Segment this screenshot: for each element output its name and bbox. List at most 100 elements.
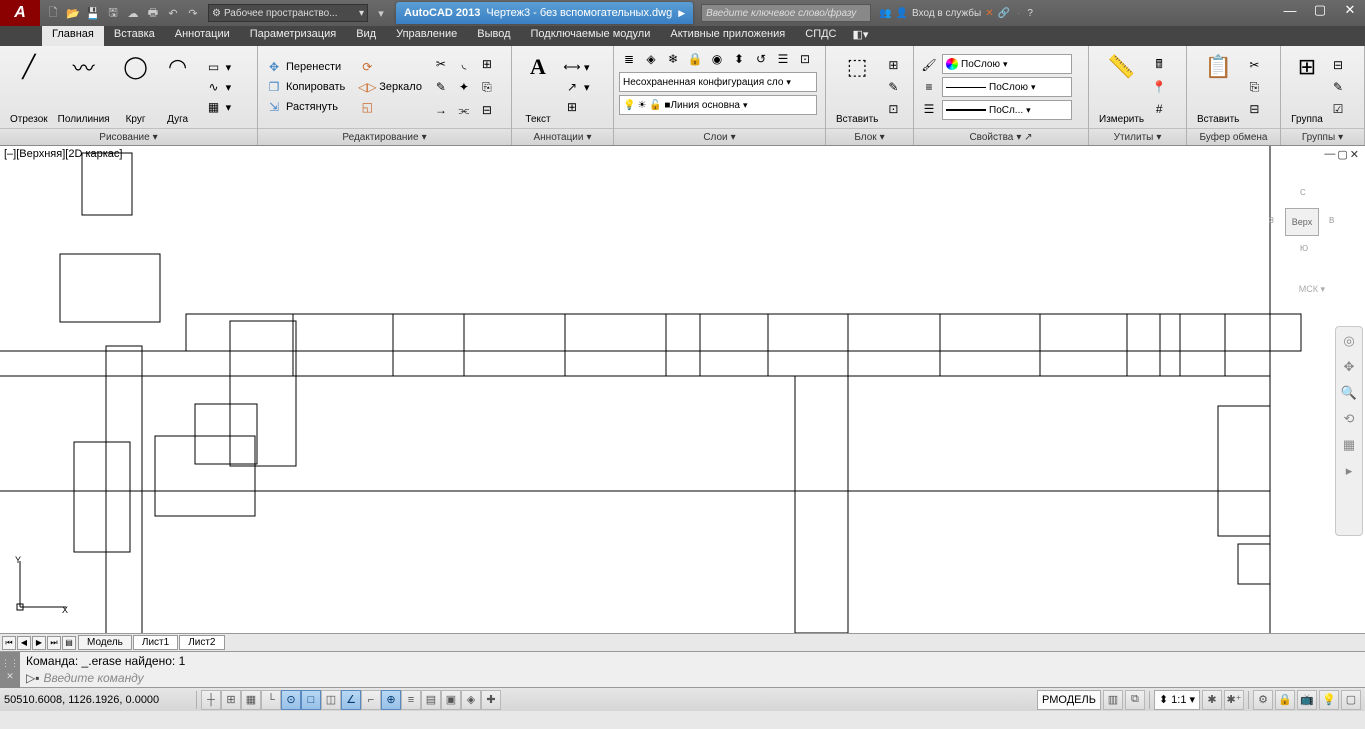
copy-button[interactable]: ❐Копировать: [263, 78, 348, 96]
layer-freeze-button[interactable]: ❄: [663, 49, 683, 69]
current-layer-dropdown[interactable]: 💡☀ 🔓 ■ Линия основна: [619, 95, 817, 115]
arc-button[interactable]: ◠Дуга: [157, 49, 199, 125]
id-button[interactable]: 📍: [1149, 77, 1169, 97]
quickcalc-button[interactable]: 🖩: [1149, 55, 1169, 75]
offset-button[interactable]: ⎘: [477, 77, 497, 97]
quickview-drawings-icon[interactable]: ⧉: [1125, 690, 1145, 710]
nav-more-icon[interactable]: ▸: [1339, 461, 1359, 481]
undo-icon[interactable]: ↶: [164, 4, 182, 22]
tab-model[interactable]: Модель: [78, 635, 132, 650]
signin-button[interactable]: Вход в службы: [912, 8, 981, 19]
insert-block-button[interactable]: ⬚Вставить: [831, 49, 883, 125]
rotate-button[interactable]: ⟳: [356, 58, 425, 76]
tab-view[interactable]: Вид: [346, 26, 386, 46]
viewcube[interactable]: С Ю В З Верх: [1267, 176, 1347, 286]
grid-button[interactable]: ▦: [241, 690, 261, 710]
dim-linear-button[interactable]: ⟷▾: [561, 58, 593, 76]
list-button[interactable]: ☰: [919, 99, 939, 119]
nav-wheel-icon[interactable]: ◎: [1339, 331, 1359, 351]
maximize-button[interactable]: ▢: [1305, 0, 1335, 20]
tab-addins[interactable]: Подключаемые модули: [521, 26, 661, 46]
measure-button[interactable]: 📏Измерить: [1094, 49, 1149, 125]
snap-button[interactable]: ⊞: [221, 690, 241, 710]
ortho-button[interactable]: └: [261, 690, 281, 710]
otrack-button[interactable]: ∠: [341, 690, 361, 710]
break-button[interactable]: ⊟: [477, 100, 497, 120]
command-input[interactable]: ▷▪ Введите команду: [0, 670, 1365, 687]
nav-zoom-icon[interactable]: 🔍: [1339, 383, 1359, 403]
copy-clip-button[interactable]: ⎘: [1244, 77, 1264, 97]
annoauto-icon[interactable]: ✱⁺: [1224, 690, 1244, 710]
bylayer-button[interactable]: ≡: [919, 77, 939, 97]
layout-list-icon[interactable]: ▤: [62, 636, 76, 650]
drawing-canvas[interactable]: [–][Верхняя][2D каркас] — ▢ ✕: [0, 146, 1365, 633]
layer-match-button[interactable]: ⬍: [729, 49, 749, 69]
extend-button[interactable]: →: [431, 100, 451, 120]
saveas-icon[interactable]: 🖫: [104, 4, 122, 22]
layer-lock-button[interactable]: 🔒: [685, 49, 705, 69]
hardware-accel-icon[interactable]: 📺: [1297, 690, 1317, 710]
exchange-icon[interactable]: ✕: [985, 8, 993, 19]
scale-button[interactable]: ◱: [356, 98, 425, 116]
print-icon[interactable]: 🖶: [144, 4, 162, 22]
group-button[interactable]: ⊞Группа: [1286, 49, 1328, 125]
create-block-button[interactable]: ⊞: [883, 55, 903, 75]
clean-screen-icon[interactable]: ▢: [1341, 690, 1361, 710]
coordinates[interactable]: 50510.6008, 1126.1926, 0.0000: [4, 694, 194, 706]
match-props-button[interactable]: 🖌: [919, 55, 939, 75]
nav-orbit-icon[interactable]: ⟲: [1339, 409, 1359, 429]
close-button[interactable]: ✕: [1335, 0, 1365, 20]
layout-first-icon[interactable]: ⏮: [2, 636, 16, 650]
isolate-icon[interactable]: 💡: [1319, 690, 1339, 710]
annotation-scale[interactable]: ⬍ 1:1 ▾: [1154, 690, 1200, 710]
group-sel-button[interactable]: ☑: [1328, 99, 1348, 119]
tab-output[interactable]: Вывод: [467, 26, 520, 46]
fillet-button[interactable]: ◟: [454, 54, 474, 74]
tab-express[interactable]: Активные приложения: [660, 26, 795, 46]
command-handle[interactable]: ⋮⋮✕: [0, 652, 20, 688]
search-input[interactable]: Введите ключевое слово/фразу: [701, 4, 871, 22]
tab-layout2[interactable]: Лист2: [179, 635, 224, 650]
new-icon[interactable]: 🗋: [44, 4, 62, 22]
layer-off-button[interactable]: ◉: [707, 49, 727, 69]
qat-dropdown-icon[interactable]: ▾: [372, 4, 390, 22]
text-button[interactable]: AТекст: [517, 49, 559, 125]
layout-next-icon[interactable]: ▶: [32, 636, 46, 650]
tab-parametric[interactable]: Параметризация: [240, 26, 346, 46]
nav-showmotion-icon[interactable]: ▦: [1339, 435, 1359, 455]
lineweight-dropdown[interactable]: ПоСл...: [942, 100, 1072, 120]
color-dropdown[interactable]: ПоСлою: [942, 54, 1072, 74]
open-icon[interactable]: 📂: [64, 4, 82, 22]
layer-prop-button[interactable]: ≣: [619, 49, 639, 69]
linetype-dropdown[interactable]: ПоСлою: [942, 77, 1072, 97]
explode-button[interactable]: ✦: [454, 77, 474, 97]
annoviz-icon[interactable]: ✱: [1202, 690, 1222, 710]
app-menu-button[interactable]: A: [0, 0, 40, 26]
help-icon[interactable]: ?: [1027, 8, 1033, 19]
edit-block-button[interactable]: ✎: [883, 77, 903, 97]
erase-button[interactable]: ✎: [431, 77, 451, 97]
hatch-button[interactable]: ▦▾: [203, 98, 235, 116]
cloud-icon[interactable]: ☁: [124, 4, 142, 22]
viewcube-top[interactable]: Верх: [1285, 208, 1319, 236]
layer-iso-button[interactable]: ◈: [641, 49, 661, 69]
ungroup-button[interactable]: ⊟: [1328, 55, 1348, 75]
paste-button[interactable]: 📋Вставить: [1192, 49, 1244, 125]
document-tab[interactable]: AutoCAD 2013 Чертеж3 - без вспомогательн…: [396, 2, 693, 24]
layer-prev-button[interactable]: ↺: [751, 49, 771, 69]
workspace-dropdown[interactable]: ⚙ Рабочее пространство... ▾: [208, 4, 368, 22]
paste-spec-button[interactable]: ⊟: [1244, 99, 1264, 119]
wcs-label[interactable]: МСК ▾: [1299, 284, 1325, 295]
layout-last-icon[interactable]: ⏭: [47, 636, 61, 650]
ducs-button[interactable]: ⌐: [361, 690, 381, 710]
tab-annotations[interactable]: Аннотации: [165, 26, 240, 46]
layer-walk-button[interactable]: ☰: [773, 49, 793, 69]
line-button[interactable]: ╱Отрезок: [5, 49, 53, 125]
mirror-button[interactable]: ◁▷Зеркало: [356, 78, 425, 96]
attr-button[interactable]: ⊡: [883, 99, 903, 119]
toolbar-lock-icon[interactable]: 🔒: [1275, 690, 1295, 710]
minimize-button[interactable]: —: [1275, 0, 1305, 20]
tab-manage[interactable]: Управление: [386, 26, 467, 46]
tab-spds[interactable]: СПДС: [795, 26, 846, 46]
signin-icon[interactable]: 👤: [896, 8, 908, 19]
